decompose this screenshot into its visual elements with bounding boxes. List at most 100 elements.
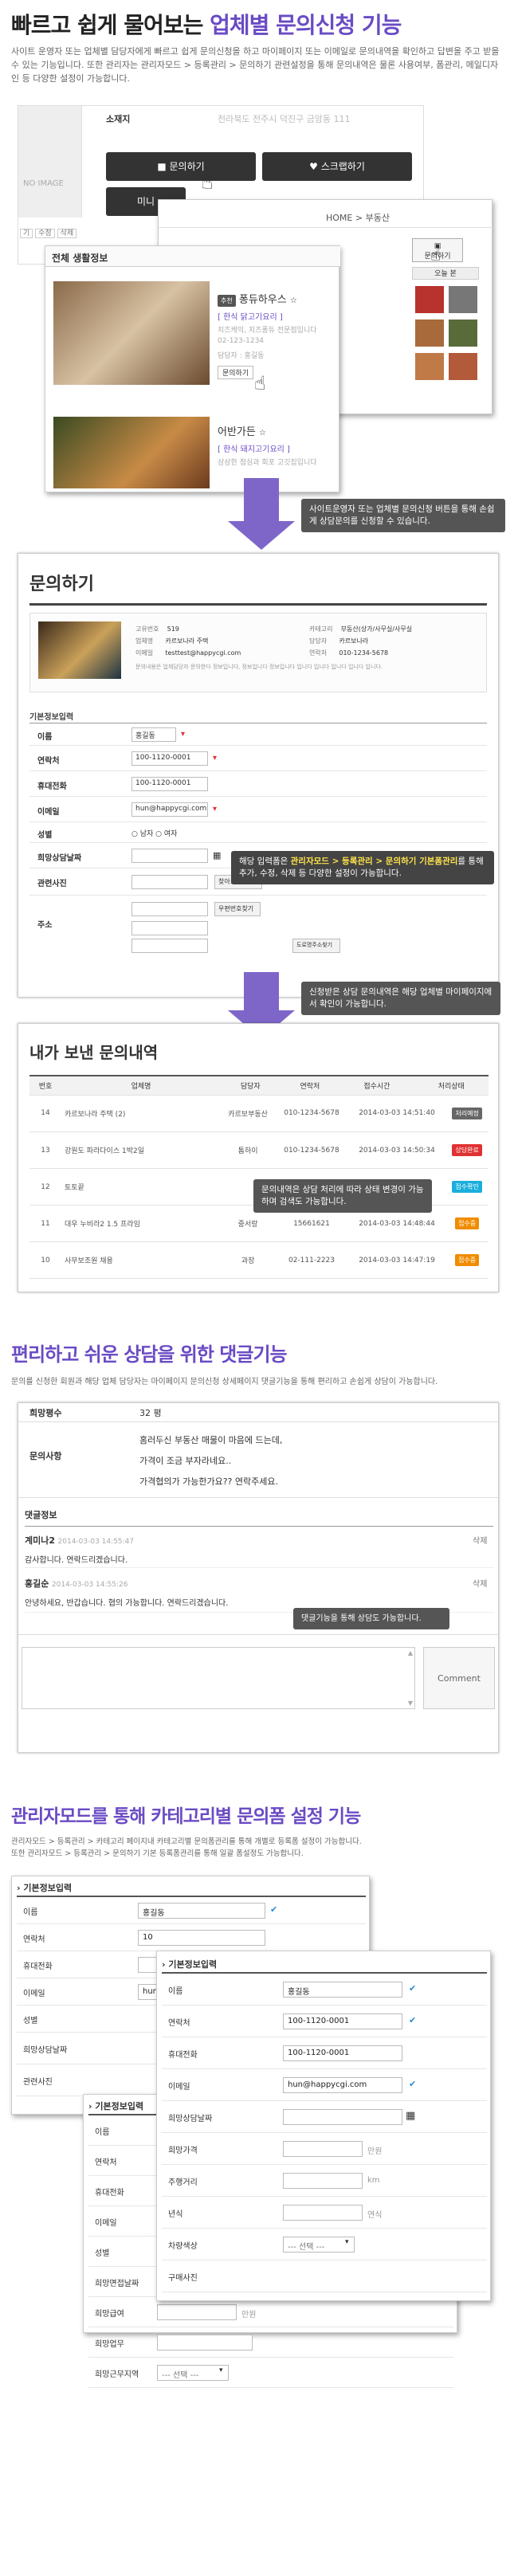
cell-no: 14 (29, 1095, 61, 1132)
road-address-button[interactable]: 도로명주소찾기 (292, 939, 340, 953)
hero-desc: 사이트 운영자 또는 업체별 담당자에게 빠르고 쉽게 문의신청을 하고 마이페… (11, 46, 500, 84)
comment-submit-button[interactable]: Comment (423, 1647, 495, 1709)
form-a-name-input[interactable]: 홍길동 (138, 1903, 265, 1919)
form-c-region-select[interactable]: --- 선택 --- (157, 2365, 229, 2381)
cell-mgr: 톰하이 (221, 1131, 276, 1169)
cell-tel: 02-111-2223 (275, 1241, 348, 1279)
thumb-food3 (415, 353, 444, 380)
recent-viewed-tab[interactable]: 오늘 본 (412, 267, 479, 280)
hero-title: 빠르고 쉽게 물어보는 업체별 문의신청 기능 (11, 8, 402, 40)
listing-popup: 전체 생활정보 추천 퐁듀하우스 ☆ [ 한식 닭고기요리 ] 치즈케익, 치즈… (45, 245, 340, 492)
field-label: 희망근무지역 (95, 2370, 139, 2379)
item1-inquiry-button[interactable]: 문의하기 (218, 366, 254, 379)
status-badge[interactable]: 상담완료 (452, 1144, 482, 1156)
no-image-label: NO IMAGE (23, 179, 64, 188)
scroll-up-icon[interactable]: ▲ (408, 1649, 413, 1657)
form-b-name-input[interactable]: 홍길동 (283, 1982, 402, 1998)
status-badge[interactable]: 접수확인 (452, 1181, 482, 1193)
item1-owner: 담당자 : 홍길동 (218, 352, 265, 360)
hand-cursor-icon: ☝ (201, 171, 214, 194)
form-c-salary-input[interactable] (157, 2304, 237, 2320)
form-b-email-input[interactable]: hun@happycgi.com (283, 2077, 402, 2093)
item2-desc: 삼삼한 점심과 회포 고깃집입니다 (218, 459, 317, 467)
email-input[interactable]: hun@happycgi.com (131, 802, 208, 817)
form-b-km-input[interactable] (283, 2173, 363, 2189)
form-b-mobile-input[interactable]: 100-1120-0001 (283, 2045, 402, 2061)
form-b-section: › 기본정보입력 (162, 1959, 218, 1970)
status-badge[interactable]: 접수중 (455, 1217, 480, 1229)
listing-info-note: 문의내용은 업체담당자 문의한다 정보입니다, 정보입니다 정보입니다 입니다 … (135, 664, 383, 670)
form-c-row: 희망업무 (88, 2327, 453, 2358)
scrap-button[interactable]: ♥ 스크랩하기 (262, 152, 412, 181)
zipcode-button[interactable]: 우편번호찾기 (214, 902, 261, 916)
callout-inquiry: 사이트운영자 또는 업체별 문의신청 버튼을 통해 손쉽게 상담문의를 신청할 … (301, 499, 505, 532)
address1-input[interactable] (131, 921, 208, 935)
address2-input[interactable] (131, 939, 208, 953)
popup-title: 전체 생활정보 (52, 253, 108, 264)
table-row[interactable]: 10 사무보조원 채용 과장 02-111-2223 2014-03-03 14:47:… (29, 1241, 489, 1279)
cell-status: 접수중 (445, 1241, 489, 1279)
tag-edit[interactable]: 수정 (35, 229, 55, 238)
name-input[interactable]: 홍길동 (131, 727, 176, 742)
cell-time: 2014-03-03 14:50:34 (347, 1131, 446, 1169)
inquiry-button[interactable]: ■ 문의하기 (106, 152, 256, 181)
message-label: 문의사항 (29, 1451, 62, 1461)
comment-1-delete[interactable]: 삭제 (473, 1534, 487, 1546)
zipcode-input[interactable] (131, 902, 208, 916)
hero-title-prefix: 빠르고 쉽게 물어보는 (11, 12, 210, 38)
hand-cursor-icon: ☝ (254, 372, 266, 394)
item2-title[interactable]: 어반가든 ☆ (218, 423, 266, 438)
table-row[interactable]: 13 강원도 파라다이스 1박2일 톰하이 010-1234-5678 2014-03-… (29, 1131, 489, 1169)
form-b-date-input[interactable] (283, 2109, 402, 2125)
tag-delete[interactable]: 삭제 (57, 229, 77, 238)
form-a-row: 이름 홍길동 ✔ (17, 1897, 366, 1924)
unit-label: 만원 (367, 2147, 383, 2156)
field-label: 이메일 (168, 2083, 190, 2092)
date-input[interactable] (131, 849, 208, 863)
item1-title[interactable]: 추천 퐁듀하우스 ☆ (218, 291, 297, 307)
comment-2-text: 안녕하세요, 반갑습니다. 협의 가능합니다. 연락드리겠습니다. (25, 1599, 229, 1608)
form-b-price-input[interactable] (283, 2141, 363, 2157)
form-b-row: 연락처 100-1120-0001 ✔ (162, 2006, 487, 2037)
area-value: 32 평 (139, 1408, 162, 1418)
comment-2-head: 홍길순 2014-03-03 14:55:26 (25, 1578, 128, 1589)
comment-textarea[interactable]: ▲ ▼ (22, 1647, 415, 1709)
cell-no: 13 (29, 1131, 61, 1169)
scroll-down-icon[interactable]: ▼ (408, 1700, 413, 1707)
form-row-tel: 연락처 100-1120-0001 ▾ (29, 746, 487, 771)
cell-tel: 010-1234-5678 (275, 1095, 348, 1132)
comment-1-head: 계미나2 2014-03-03 14:55:47 (25, 1535, 135, 1546)
gender-radio[interactable]: ○ 남자 ○ 여자 (131, 828, 177, 838)
status-badge[interactable]: 처리예정 (452, 1107, 482, 1119)
callout-comments: 댓글기능을 통해 상담도 가능합니다. (293, 1608, 449, 1629)
calendar-icon[interactable]: ▦ (213, 850, 221, 861)
listing-photo (38, 621, 121, 679)
field-label: 희망상담날짜 (168, 2115, 213, 2123)
item1-name: 퐁듀하우스 (238, 294, 287, 306)
form-b-tel-input[interactable]: 100-1120-0001 (283, 2013, 402, 2029)
breadcrumb: HOME > 부동산 (326, 213, 390, 223)
thumb-food (415, 320, 444, 347)
unit-label: 만원 (241, 2311, 257, 2319)
form-b-color-select[interactable]: --- 선택 --- (283, 2237, 355, 2253)
item1-desc: 치즈케익, 치즈퐁듀 전문점입니다 (218, 327, 317, 335)
field-label: 주행거리 (168, 2178, 198, 2187)
item1-category: [ 한식 닭고기요리 ] (218, 313, 283, 322)
status-badge[interactable]: 접수중 (455, 1254, 480, 1266)
mobile-input[interactable]: 100-1120-0001 (131, 777, 208, 791)
admin-desc: 관리자모드 > 등록관리 > 카테고리 페이지내 카테고리별 문의폼관리를 통해… (11, 1837, 362, 1858)
form-b-year-input[interactable] (283, 2205, 363, 2221)
table-row[interactable]: 14 카르보나라 주택 (2) 카르보부동산 010-1234-5678 2014-03… (29, 1095, 489, 1132)
address-label: 소재지 (106, 114, 131, 124)
star-icon: ☆ (289, 296, 297, 305)
comment-2-delete[interactable]: 삭제 (473, 1577, 487, 1589)
recommend-badge: 추천 (218, 295, 236, 307)
form-b-row: 구매사진 (162, 2260, 487, 2292)
tel-input[interactable]: 100-1120-0001 (131, 751, 208, 766)
form-c-work-input[interactable] (157, 2335, 253, 2351)
field-label: 이메일 (23, 1990, 45, 1998)
form-a-tel-input[interactable]: 10 (138, 1930, 265, 1946)
tag-1[interactable]: 기 (20, 229, 33, 238)
photo-input[interactable] (131, 875, 208, 889)
coffee-photo (53, 281, 210, 385)
